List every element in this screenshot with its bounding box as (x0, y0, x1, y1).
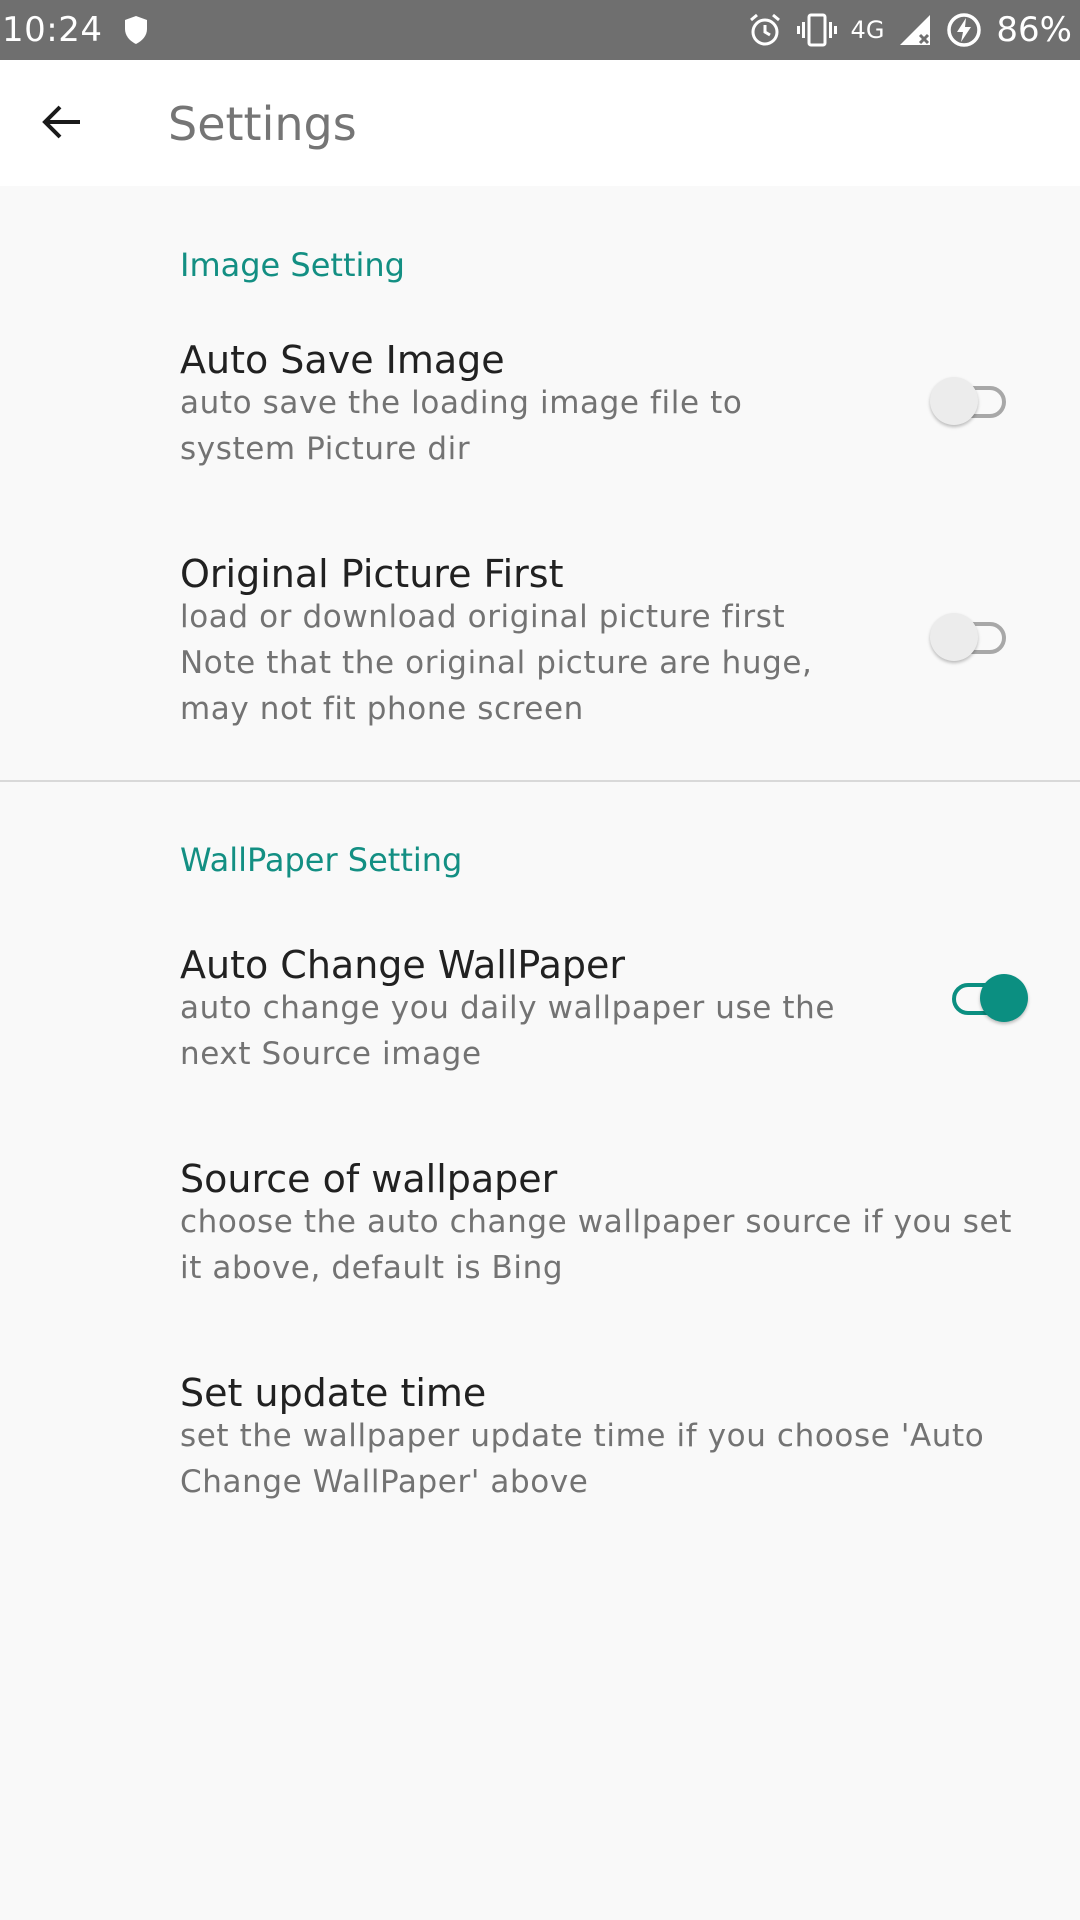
status-time: 10:24 (2, 10, 103, 50)
battery-saver-icon (946, 10, 982, 50)
back-button[interactable] (22, 84, 102, 164)
pref-summary: set the wallpaper update time if you cho… (180, 1418, 985, 1500)
pref-auto-save-image[interactable]: Auto Save Image auto save the loading im… (0, 336, 1080, 526)
pref-summary: auto save the loading image file to syst… (180, 385, 743, 467)
network-type: 4G (850, 16, 885, 44)
arrow-left-icon (40, 102, 84, 146)
pref-title: Auto Save Image (180, 338, 505, 382)
pref-original-picture-first[interactable]: Original Picture First load or download … (0, 550, 1080, 790)
section-header-wallpaper-setting: WallPaper Setting (180, 841, 463, 879)
pref-set-update-time[interactable]: Set update time set the wallpaper update… (0, 1369, 1080, 1549)
pref-summary: choose the auto change wallpaper source … (180, 1204, 1012, 1286)
pref-source-of-wallpaper[interactable]: Source of wallpaper choose the auto chan… (0, 1155, 1080, 1335)
pref-title: Set update time (180, 1371, 487, 1415)
pref-summary: auto change you daily wallpaper use the … (180, 990, 836, 1072)
alarm-icon (747, 10, 783, 50)
app-bar: Settings (0, 60, 1080, 186)
section-divider (0, 780, 1080, 782)
page-title: Settings (168, 97, 357, 151)
signal-icon (898, 10, 932, 50)
pref-summary: load or download original picture first … (180, 599, 813, 727)
pref-title: Source of wallpaper (180, 1157, 558, 1201)
pref-title: Auto Change WallPaper (180, 943, 626, 987)
auto-change-wallpaper-toggle[interactable] (944, 973, 1028, 1023)
battery-percentage: 86% (996, 10, 1072, 50)
auto-save-image-toggle[interactable] (930, 376, 1014, 426)
pref-title: Original Picture First (180, 552, 564, 596)
section-header-image-setting: Image Setting (180, 246, 405, 284)
original-picture-first-toggle[interactable] (930, 612, 1014, 662)
status-icons: 4G 86% (747, 10, 1078, 50)
shield-icon (122, 15, 150, 45)
pref-auto-change-wallpaper[interactable]: Auto Change WallPaper auto change you da… (0, 941, 1080, 1121)
status-bar: 10:24 4G 86% (0, 0, 1080, 60)
vibrate-icon (796, 10, 837, 50)
